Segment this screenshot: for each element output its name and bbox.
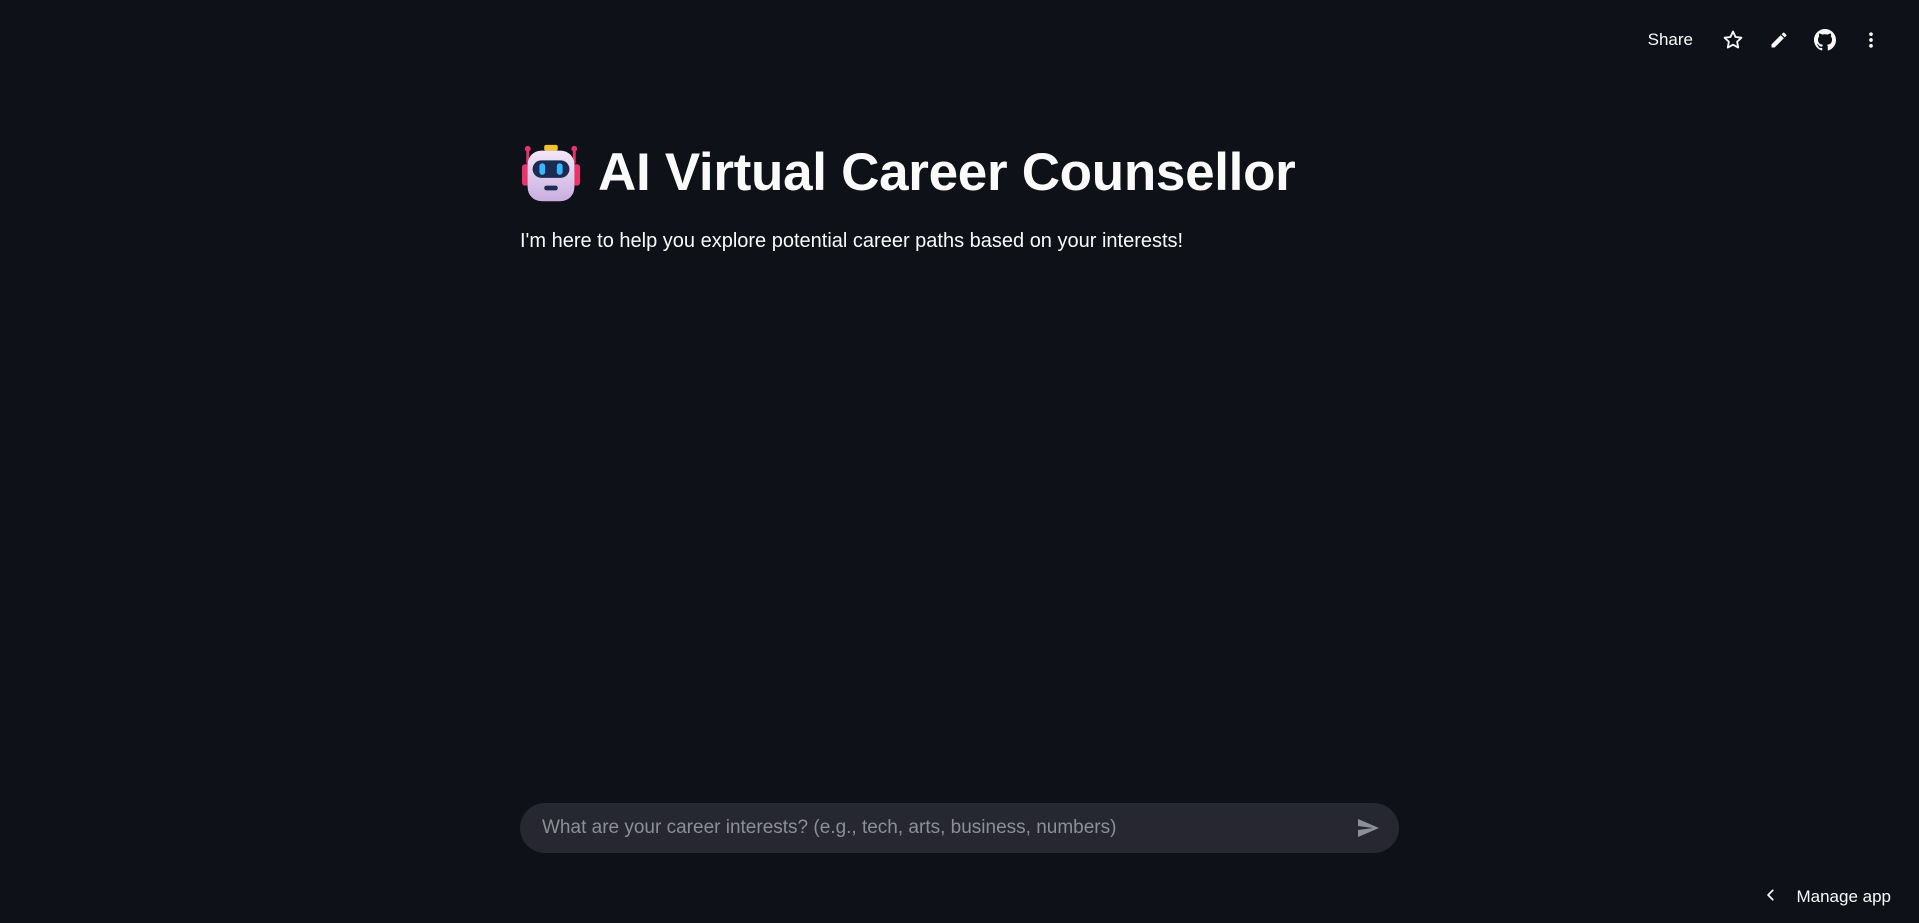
share-button[interactable]: Share (1638, 24, 1703, 56)
manage-app-button[interactable]: Manage app (1764, 887, 1891, 907)
page-title-text: AI Virtual Career Counsellor (598, 142, 1296, 202)
intro-text: I'm here to help you explore potential c… (520, 230, 1184, 252)
chat-input-bar (520, 802, 1399, 854)
page-title: AI Virtual Career Counsellor (520, 136, 1400, 208)
more-vertical-icon[interactable] (1855, 24, 1887, 56)
send-icon[interactable] (1351, 811, 1385, 845)
robot-icon (520, 141, 582, 203)
star-icon[interactable] (1717, 24, 1749, 56)
manage-app-label: Manage app (1796, 887, 1891, 906)
app-window: Share AI Virtual Career Counsellor I'm h… (0, 0, 1919, 923)
chevron-left-icon (1764, 887, 1778, 907)
github-icon[interactable] (1809, 24, 1841, 56)
pencil-icon[interactable] (1763, 24, 1795, 56)
chat-input[interactable] (540, 802, 1351, 854)
header-toolbar: Share (1638, 22, 1887, 58)
main-content: AI Virtual Career Counsellor I'm here to… (520, 136, 1400, 253)
